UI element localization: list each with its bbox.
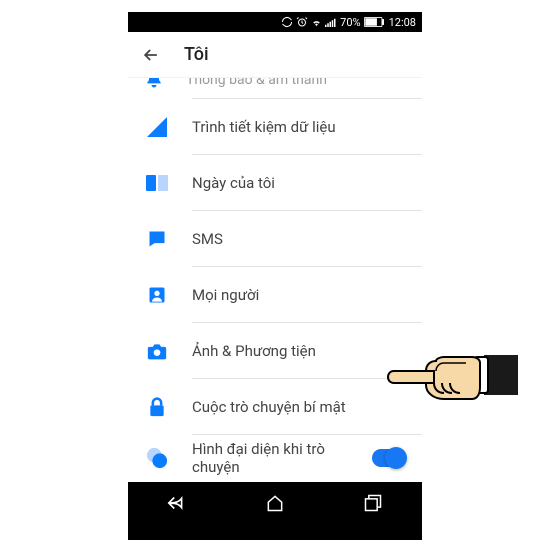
lock-icon (144, 394, 170, 420)
sms-icon (144, 226, 170, 252)
signal-icon (325, 17, 337, 28)
list-item[interactable]: Mọi người (128, 267, 422, 322)
pointer-hand-icon (386, 343, 518, 405)
list-item-label: Ảnh & Phương tiện (192, 342, 406, 360)
settings-list: Thông báo & âm thanh Trình tiết kiệm dữ … (128, 78, 422, 480)
myday-icon (144, 170, 170, 196)
data-saver-icon (144, 114, 170, 140)
list-item-label: Thông báo & âm thanh (186, 78, 327, 88)
battery-percent: 70% (340, 16, 360, 29)
alarm-icon (296, 16, 308, 28)
list-item-label: Ngày của tôi (192, 174, 406, 192)
people-icon (144, 282, 170, 308)
list-item-label: Trình tiết kiệm dữ liệu (192, 118, 406, 136)
camera-icon (144, 338, 170, 364)
list-item[interactable]: Trình tiết kiệm dữ liệu (128, 99, 422, 154)
list-item[interactable]: Cuộc trò chuyện bí mật (128, 379, 422, 434)
list-item[interactable]: Ảnh & Phương tiện (128, 323, 422, 378)
list-item[interactable]: Ngày của tôi (128, 155, 422, 210)
phone-screen: 70% 12:08 Tôi Thông báo & âm thanh Trình… (128, 12, 422, 524)
list-item-label: Hình đại diện khi trò chuyện (192, 440, 372, 476)
back-button[interactable] (140, 44, 162, 66)
battery-icon (364, 17, 384, 27)
list-item-label: SMS (192, 230, 406, 248)
status-bar: 70% 12:08 (128, 12, 422, 32)
rotate-icon (281, 16, 293, 28)
list-item[interactable]: Hình đại diện khi trò chuyện (128, 435, 422, 480)
list-item[interactable]: Thông báo & âm thanh (128, 78, 422, 98)
nav-recent-button[interactable] (361, 491, 385, 515)
navigation-bar (128, 482, 422, 524)
wifi-icon (311, 17, 322, 28)
list-item[interactable]: SMS (128, 211, 422, 266)
nav-home-button[interactable] (263, 491, 287, 515)
clock-text: 12:08 (389, 16, 416, 29)
toggle-switch[interactable] (372, 449, 406, 467)
list-item-label: Mọi người (192, 286, 406, 304)
bubble-icon (144, 445, 170, 471)
bottom-black-strip (128, 524, 422, 540)
nav-back-button[interactable] (165, 491, 189, 515)
page-title: Tôi (184, 44, 209, 65)
app-header: Tôi (128, 32, 422, 78)
list-item-label: Cuộc trò chuyện bí mật (192, 398, 406, 416)
bell-icon (144, 78, 164, 94)
